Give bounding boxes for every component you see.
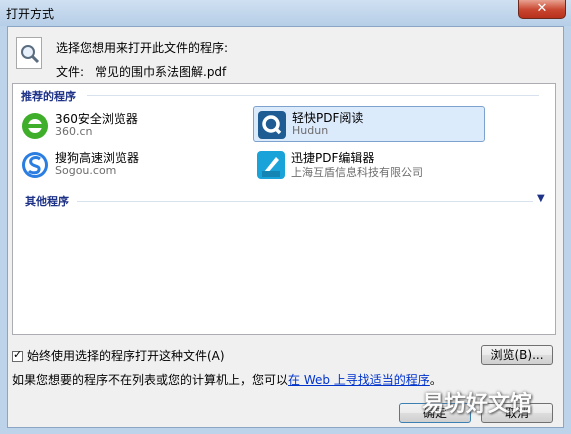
program-item-qingkuai-pdf[interactable]: 轻快PDF阅读 Hudun	[253, 106, 485, 142]
always-use-label[interactable]: 始终使用选择的程序打开这种文件(A)	[27, 349, 225, 363]
program-item-sogou-browser[interactable]: 搜狗高速浏览器 Sogou.com	[17, 147, 249, 183]
qingkuai-pdf-icon	[257, 110, 287, 140]
info-text-before: 如果您想要的程序不在列表或您的计算机上，您可以	[12, 373, 289, 387]
find-on-web-link[interactable]: 在 Web 上寻找适当的程序	[288, 373, 430, 387]
group-other-title[interactable]: 其他程序	[25, 193, 69, 209]
info-text: 如果您想要的程序不在列表或您的计算机上，您可以在 Web 上寻找适当的程序。	[12, 371, 442, 388]
program-publisher: 360.cn	[55, 125, 93, 138]
always-use-checkbox[interactable]: ✓	[12, 348, 23, 362]
program-list[interactable]: 推荐的程序 360安全浏览器 360.cn 轻快PDF阅读 Hudun 搜狗高速…	[12, 83, 556, 335]
program-publisher: Sogou.com	[55, 164, 117, 177]
file-search-icon	[16, 37, 42, 69]
group-divider	[77, 201, 533, 202]
info-text-after: 。	[429, 373, 442, 387]
sogou-browser-icon	[20, 150, 50, 180]
browse-button[interactable]: 浏览(B)...	[481, 345, 553, 365]
file-label: 文件:	[56, 65, 85, 79]
window-title: 打开方式	[6, 7, 55, 21]
group-divider	[87, 95, 539, 96]
group-recommended-title[interactable]: 推荐的程序	[21, 88, 76, 104]
program-publisher: Hudun	[292, 124, 329, 137]
360-browser-icon	[20, 111, 50, 141]
chevron-down-icon[interactable]: ▼	[537, 193, 545, 204]
program-item-xunjie-pdf[interactable]: 迅捷PDF编辑器 上海互盾信息科技有限公司	[253, 147, 513, 183]
always-use-option[interactable]: ✓ 始终使用选择的程序打开这种文件(A)	[12, 347, 225, 364]
check-icon: ✓	[13, 348, 23, 361]
program-publisher: 上海互盾信息科技有限公司	[291, 166, 423, 179]
xunjie-pdf-icon	[256, 150, 286, 180]
title-bar: 打开方式 ✕	[0, 0, 571, 26]
dialog-body: 选择您想用来打开此文件的程序: 文件: 常见的围巾系法图解.pdf 推荐的程序 …	[7, 26, 564, 428]
close-icon: ✕	[536, 1, 548, 16]
file-name: 常见的围巾系法图解.pdf	[95, 65, 227, 79]
close-button[interactable]: ✕	[518, 0, 566, 19]
prompt-text: 选择您想用来打开此文件的程序:	[56, 41, 229, 55]
program-item-360-browser[interactable]: 360安全浏览器 360.cn	[17, 108, 249, 144]
watermark-text: 易坊好文馆	[422, 392, 533, 417]
